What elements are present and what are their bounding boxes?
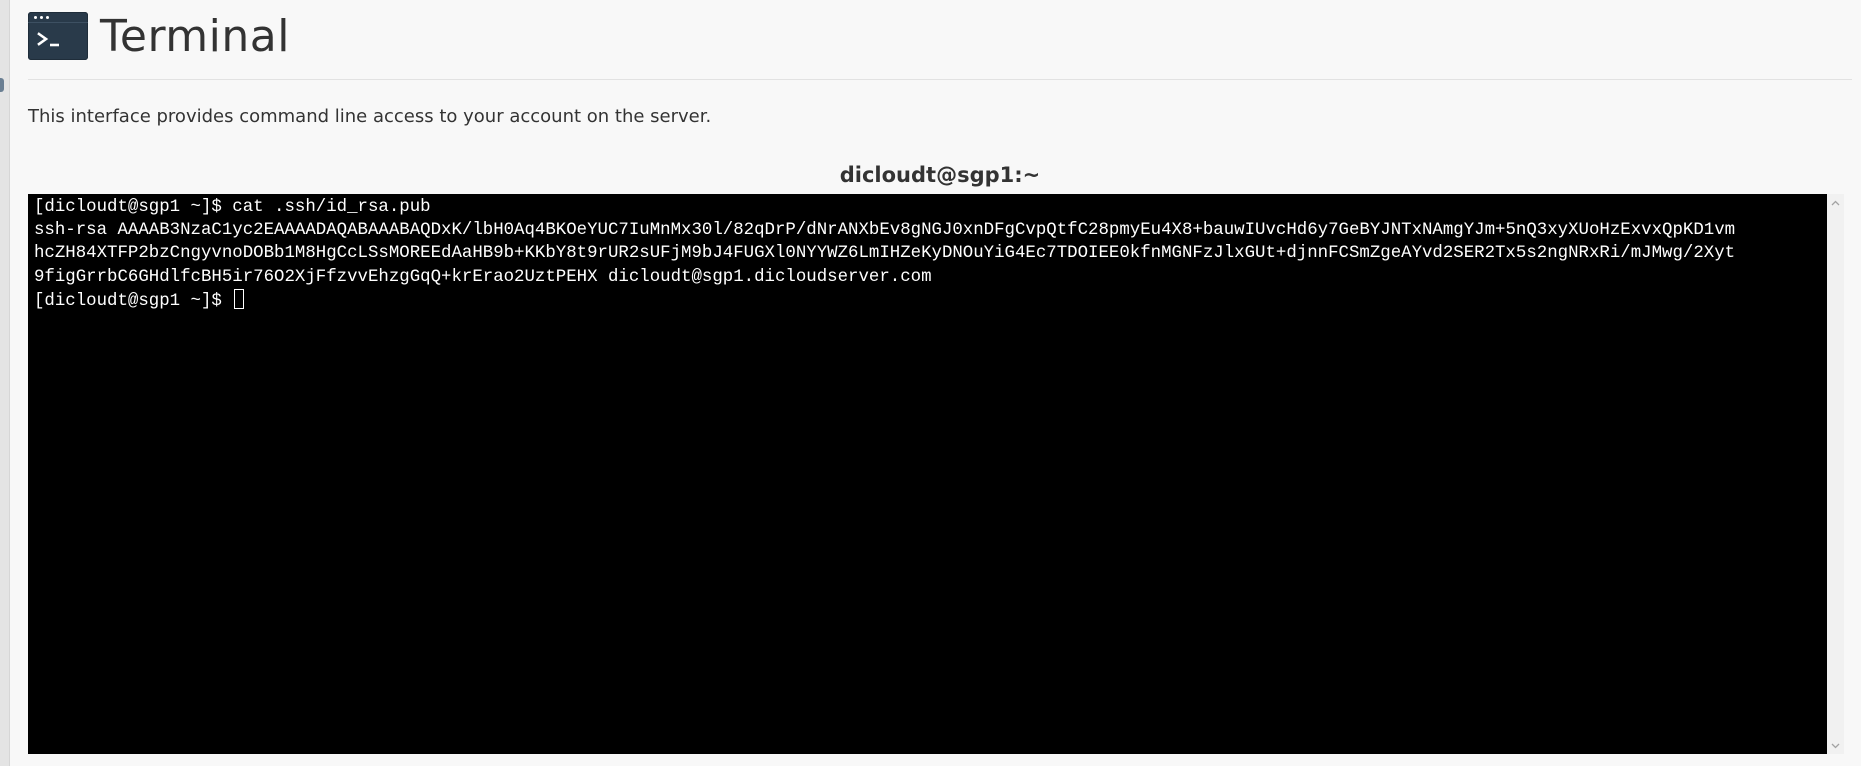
sidebar-collapse-handle[interactable] bbox=[0, 78, 4, 92]
header-divider bbox=[28, 79, 1852, 80]
page-title: Terminal bbox=[100, 10, 290, 62]
terminal-line: [dicloudt@sgp1 ~]$ cat .ssh/id_rsa.pub bbox=[34, 198, 431, 217]
terminal-cursor bbox=[234, 288, 245, 309]
sidebar-rail bbox=[0, 0, 10, 766]
terminal-scrollbar[interactable] bbox=[1827, 194, 1844, 754]
terminal-line: hcZH84XTFP2bzCngyvnoDOBb1M8HgCcLSsMOREEd… bbox=[34, 244, 1736, 264]
terminal-host-label: dicloudt@sgp1:~ bbox=[839, 163, 1041, 187]
terminal-icon bbox=[28, 12, 88, 60]
page-description: This interface provides command line acc… bbox=[28, 106, 712, 127]
terminal-prompt: [dicloudt@sgp1 ~]$ bbox=[34, 291, 233, 311]
prompt-glyph-icon bbox=[37, 32, 59, 47]
page-header: Terminal bbox=[28, 8, 290, 64]
scroll-down-arrow-icon[interactable] bbox=[1827, 737, 1844, 754]
terminal-window[interactable]: [dicloudt@sgp1 ~]$ cat .ssh/id_rsa.pub s… bbox=[28, 194, 1827, 754]
main-content: Terminal This interface provides command… bbox=[28, 0, 1852, 766]
terminal-line: ssh-rsa AAAAB3NzaC1yc2EAAAADAQABAAABAQDx… bbox=[34, 221, 1736, 241]
terminal-prompt-line[interactable]: [dicloudt@sgp1 ~]$ bbox=[34, 288, 1827, 312]
icon-title-bar bbox=[28, 22, 88, 23]
terminal-line: 9figGrrbC6GHdlfcBH5ir76O2XjFfzvvEhzgGqQ+… bbox=[34, 267, 932, 287]
scroll-up-arrow-icon[interactable] bbox=[1827, 194, 1844, 211]
window-dots-icon bbox=[34, 16, 49, 19]
